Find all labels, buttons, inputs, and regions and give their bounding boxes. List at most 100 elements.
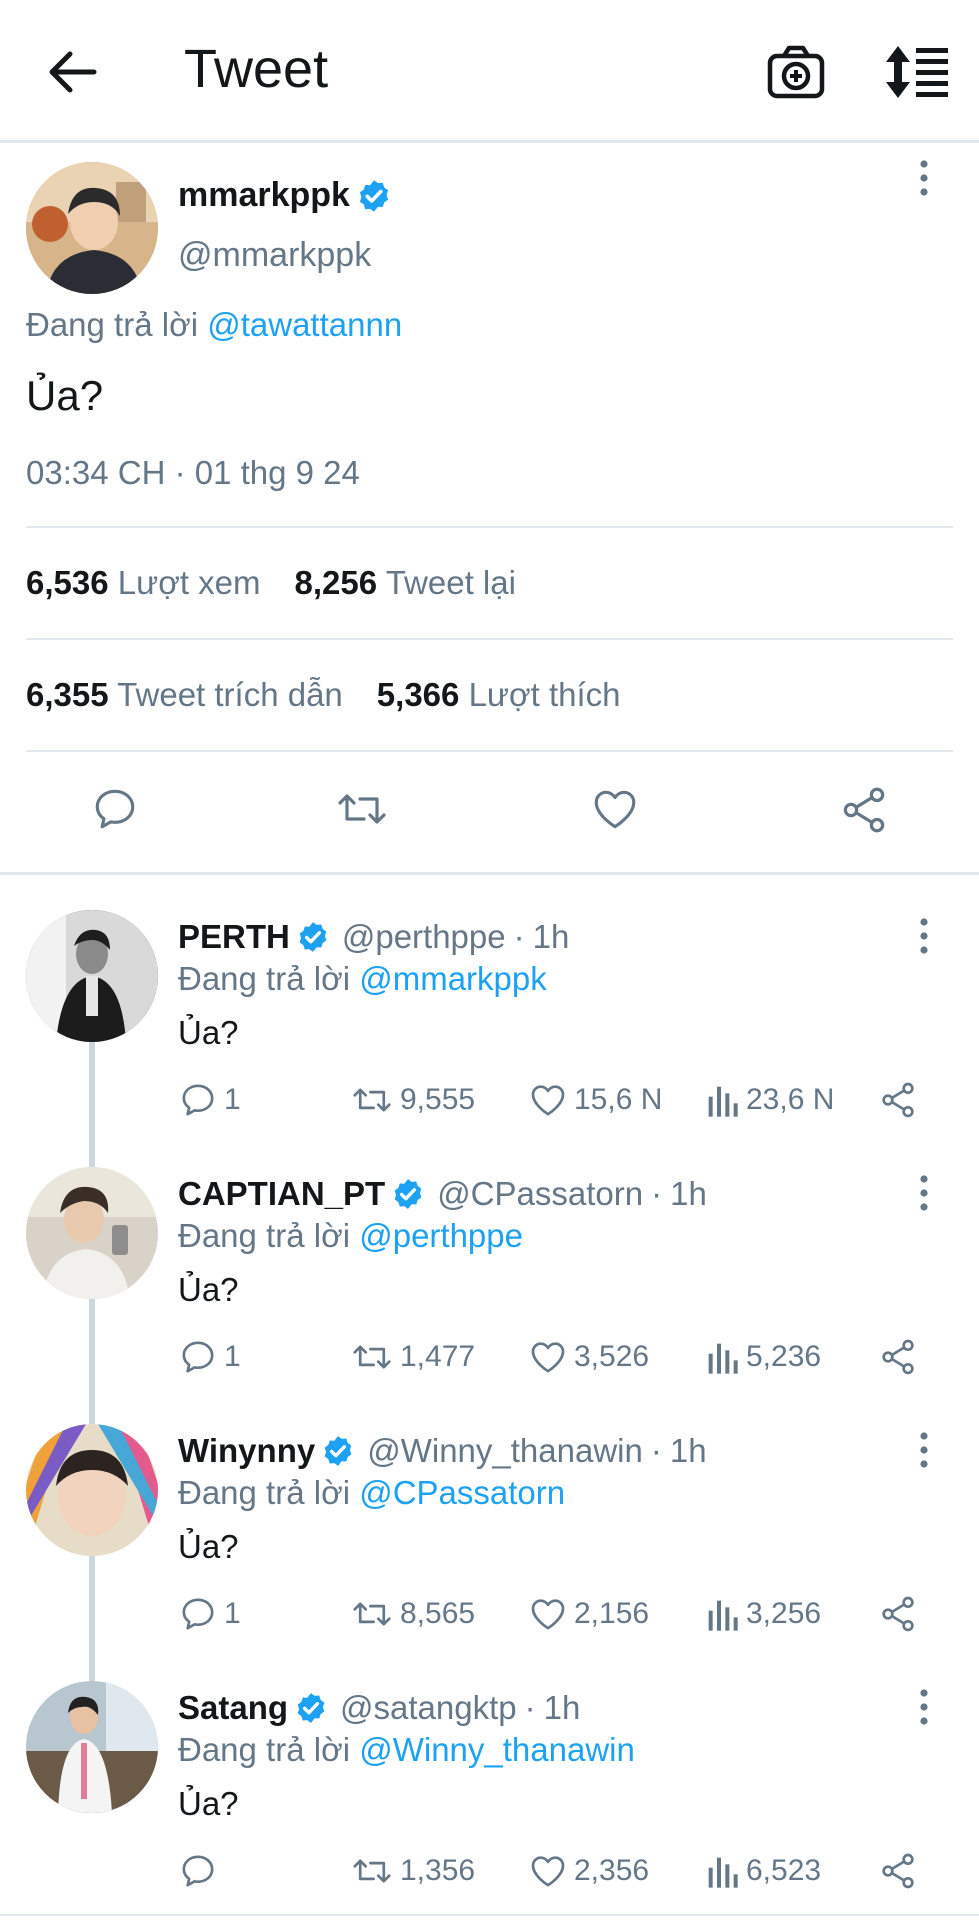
like-button[interactable]: [589, 784, 641, 839]
more-vertical-icon: [920, 1175, 928, 1211]
share-button[interactable]: [878, 1335, 918, 1379]
replying-to-mention[interactable]: @mmarkppk: [359, 960, 547, 997]
back-button[interactable]: [44, 46, 100, 98]
reply-tweet[interactable]: PERTH @perthppe · 1h Đang trả lời @mmark…: [0, 910, 979, 1167]
reply-author-name[interactable]: Satang: [178, 1689, 288, 1727]
camera-plus-icon: [767, 45, 825, 99]
avatar[interactable]: [26, 910, 158, 1042]
like-count: 2,356: [574, 1854, 650, 1887]
avatar[interactable]: [26, 1681, 158, 1813]
avatar-photo: [26, 162, 158, 294]
tweet-more-button[interactable]: [914, 158, 934, 198]
dot-separator: ·: [524, 1689, 536, 1726]
replying-to-mention[interactable]: @tawattannn: [207, 306, 402, 343]
reply-text: Ủa?: [178, 1528, 239, 1565]
reply-more-button[interactable]: [914, 1173, 934, 1213]
section-separator: [0, 872, 979, 875]
reply-author-name[interactable]: PERTH: [178, 918, 290, 956]
retweets-count: 8,256: [294, 564, 378, 601]
like-icon: [531, 1342, 565, 1373]
divider: [26, 750, 953, 752]
views-icon: [708, 1343, 738, 1374]
views-stat[interactable]: 6,536 Lượt xem: [26, 564, 261, 602]
reply-text: Ủa?: [178, 1785, 239, 1822]
reply-icon: [182, 1855, 214, 1887]
views-button[interactable]: 23,6 N: [704, 1078, 834, 1122]
quotes-count: 6,355: [26, 676, 109, 713]
camera-button[interactable]: [766, 44, 826, 100]
quotes-stat[interactable]: 6,355 Tweet trích dẫn: [26, 676, 343, 714]
retweet-button[interactable]: 1,356: [350, 1849, 475, 1893]
reply-time: 1h: [532, 918, 570, 955]
replying-to-mention[interactable]: @CPassatorn: [359, 1474, 565, 1511]
avatar-photo: [26, 1681, 158, 1813]
avatar[interactable]: [26, 162, 158, 294]
reply-more-button[interactable]: [914, 916, 934, 956]
view-count: 3,256: [746, 1597, 822, 1630]
views-count: 6,536: [26, 564, 109, 601]
retweet-icon: [353, 1859, 391, 1883]
retweet-button[interactable]: 8,565: [350, 1592, 475, 1636]
views-button[interactable]: 5,236: [704, 1335, 821, 1379]
views-button[interactable]: 3,256: [704, 1592, 821, 1636]
avatar[interactable]: [26, 1167, 158, 1299]
views-icon: [708, 1086, 738, 1117]
reply-text: Ủa?: [178, 1014, 239, 1051]
retweet-icon: [353, 1602, 391, 1626]
views-button[interactable]: 6,523: [704, 1849, 821, 1893]
reply-author-name[interactable]: Winynny: [178, 1432, 315, 1470]
reply-more-button[interactable]: [914, 1687, 934, 1727]
reply-icon: [95, 789, 135, 829]
retweets-stat[interactable]: 8,256 Tweet lại: [295, 564, 516, 602]
replying-to-mention[interactable]: @Winny_thanawin: [359, 1731, 635, 1768]
reply-icon: [182, 1341, 214, 1373]
retweet-button[interactable]: 9,555: [350, 1078, 475, 1122]
avatar[interactable]: [26, 1424, 158, 1556]
reply-icon: [182, 1598, 214, 1630]
reply-time: 1h: [669, 1432, 707, 1469]
retweet-count: 1,356: [400, 1854, 476, 1887]
like-button[interactable]: 3,526: [528, 1335, 649, 1379]
like-button[interactable]: 15,6 N: [528, 1078, 662, 1122]
sort-button[interactable]: [884, 44, 950, 100]
likes-count: 5,366: [376, 676, 460, 713]
share-button[interactable]: [838, 784, 890, 841]
reply-tweet[interactable]: Winynny @Winny_thanawin · 1h Đang trả lờ…: [0, 1424, 979, 1681]
retweet-count: 8,565: [400, 1597, 476, 1630]
divider: [26, 638, 953, 640]
reply-more-button[interactable]: [914, 1430, 934, 1470]
like-icon: [531, 1856, 565, 1887]
verified-icon: [299, 922, 327, 952]
tweet-text: Ủa?: [26, 372, 104, 419]
share-icon: [882, 1853, 914, 1889]
reply-tweet[interactable]: CAPTIAN_PT @CPassatorn · 1h Đang trả lời…: [0, 1167, 979, 1424]
retweet-button[interactable]: [334, 784, 390, 839]
reply-button[interactable]: 1: [178, 1335, 241, 1379]
share-button[interactable]: [878, 1849, 918, 1893]
like-count: 15,6 N: [574, 1083, 663, 1116]
view-count: 23,6 N: [746, 1083, 835, 1116]
like-button[interactable]: 2,356: [528, 1849, 649, 1893]
avatar-photo: [26, 1424, 158, 1556]
replying-to: Đang trả lời @Winny_thanawin: [178, 1731, 635, 1769]
reply-button[interactable]: 1: [178, 1592, 241, 1636]
reply-tweet[interactable]: Satang @satangktp · 1h Đang trả lời @Win…: [0, 1681, 979, 1920]
reply-action-bar: 1 1,477 3,526 5,236: [178, 1335, 938, 1379]
retweet-button[interactable]: 1,477: [350, 1335, 475, 1379]
divider: [26, 526, 953, 528]
reply-button[interactable]: [90, 784, 140, 839]
replying-to: Đang trả lời @tawattannn: [26, 306, 402, 344]
share-button[interactable]: [878, 1078, 918, 1122]
more-vertical-icon: [920, 1432, 928, 1468]
reply-button[interactable]: 1: [178, 1078, 241, 1122]
reply-button[interactable]: [178, 1849, 224, 1893]
share-icon: [843, 787, 885, 833]
reply-author-name[interactable]: CAPTIAN_PT: [178, 1175, 385, 1213]
replying-to-mention[interactable]: @perthppe: [359, 1217, 523, 1254]
views-icon: [708, 1600, 738, 1631]
likes-stat[interactable]: 5,366 Lượt thích: [377, 676, 621, 714]
share-button[interactable]: [878, 1592, 918, 1636]
author-name[interactable]: mmarkppk: [178, 176, 392, 215]
like-button[interactable]: 2,156: [528, 1592, 649, 1636]
top-app-bar: Tweet: [0, 0, 979, 143]
